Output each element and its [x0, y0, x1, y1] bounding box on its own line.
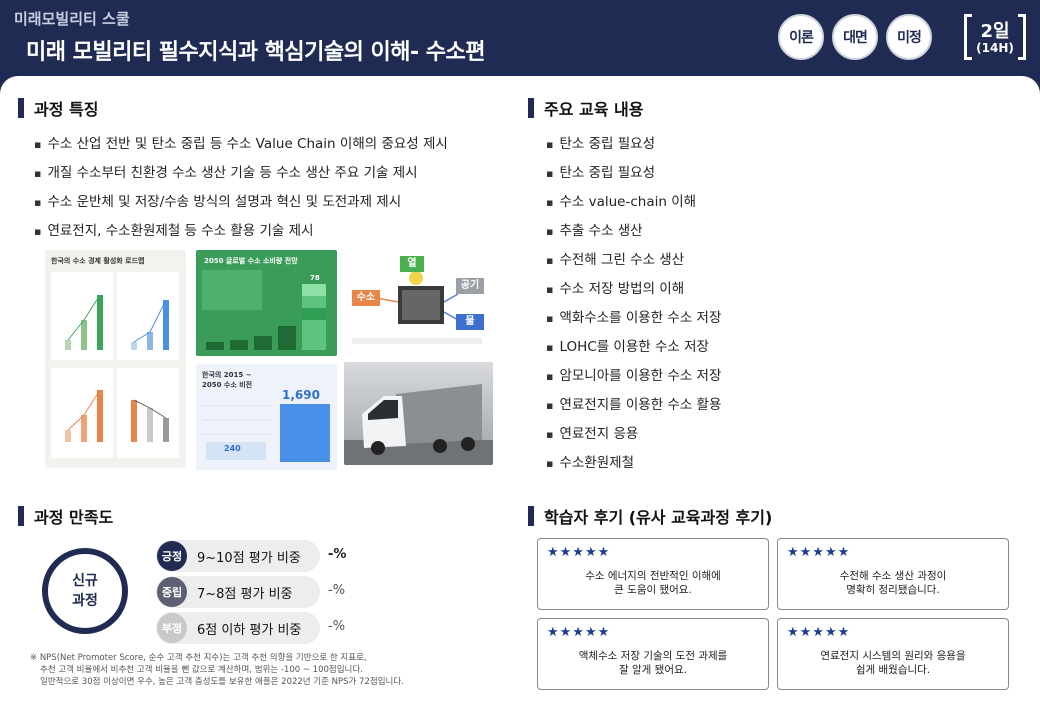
list-item: 탄소 중립 필요성	[546, 134, 721, 163]
duration-days: 2일	[980, 21, 1010, 42]
vision-big-value: 1,690	[282, 388, 320, 402]
roadmap-image: 한국의 수소 경제 활성화 로드맵	[45, 250, 186, 468]
satisfaction-row-negative: 부정 6점 이하 평가 비중	[156, 612, 320, 644]
review-text: 액체수소 저장 기술의 도전 과제를 잘 알게 됐어요.	[578, 650, 728, 676]
list-item: 연료전지를 이용한 수소 활용	[546, 395, 721, 424]
nps-note-line: 일반적으로 30점 이상이면 우수, 높은 고객 충성도를 보유한 애플은 20…	[40, 677, 404, 687]
value-neutral: -%	[328, 583, 346, 598]
row-label: 7~8점 평가 비중	[197, 586, 293, 602]
badge-undecided: 미정	[886, 14, 932, 60]
new-course-circle: 신규 과정	[42, 548, 128, 634]
section-title-text: 학습자 후기 (유사 교육과정 후기)	[544, 508, 773, 527]
page-title: 미래 모빌리티 필수지식과 핵심기술의 이해- 수소편	[26, 40, 485, 65]
list-item: 액화수소를 이용한 수소 저장	[546, 308, 721, 337]
nps-note: ※ NPS(Net Promoter Score, 순수 고객 추천 지수)는 …	[30, 652, 490, 688]
circle-line1: 신규	[72, 573, 98, 589]
list-item: 수소 저장 방법의 이해	[546, 279, 721, 308]
diagram-label-water: 물	[456, 314, 484, 330]
consumption-image-title: 2050 글로벌 수소 소비량 전망	[204, 257, 298, 265]
star-rating: ★★★★★	[547, 625, 611, 640]
list-item: 수소 산업 전반 및 탄소 중립 등 수소 Value Chain 이해의 중요…	[34, 134, 447, 163]
list-item: 추출 수소 생산	[546, 221, 721, 250]
circle-line2: 과정	[72, 593, 98, 609]
review-card: ★★★★★ 연료전지 시스템의 원리와 응용을 쉽게 배웠습니다.	[777, 618, 1009, 690]
edu-list: 탄소 중립 필요성 탄소 중립 필요성 수소 value-chain 이해 추출…	[546, 134, 721, 482]
list-item: 암모니아를 이용한 수소 저장	[546, 366, 721, 395]
value-positive: -%	[328, 547, 347, 562]
course-duration: 2일 (14H)	[964, 14, 1026, 60]
header: 미래모빌리티 스쿨 미래 모빌리티 필수지식과 핵심기술의 이해- 수소편 이론…	[0, 0, 1040, 76]
list-item: 탄소 중립 필요성	[546, 163, 721, 192]
section-bar	[18, 98, 24, 118]
section-title-text: 주요 교육 내용	[544, 100, 644, 119]
list-item: 수전해 그린 수소 생산	[546, 250, 721, 279]
nps-note-line: 추천 고객 비율에서 비추천 고객 비율을 뺀 값으로 계산하며, 범위는 -1…	[40, 665, 363, 675]
hydrogen-truck-image	[344, 362, 493, 465]
section-bar	[528, 506, 534, 526]
value-negative: -%	[328, 619, 346, 634]
list-item: 수소 운반체 및 저장/수송 방식의 설명과 혁신 및 도전과제 제시	[34, 192, 448, 221]
section-title-text: 과정 만족도	[34, 508, 114, 527]
review-card: ★★★★★ 액체수소 저장 기술의 도전 과제를 잘 알게 됐어요.	[537, 618, 769, 690]
school-name: 미래모빌리티 스쿨	[14, 10, 130, 28]
row-label: 9~10점 평가 비중	[197, 550, 301, 566]
feature-list: 수소 산업 전반 및 탄소 중립 등 수소 Value Chain 이해의 중요…	[34, 134, 448, 250]
list-item: 연료전지, 수소환원제철 등 수소 활용 기술 제시	[34, 221, 448, 250]
course-badges: 이론 대면 미정	[778, 14, 932, 60]
nps-note-line: ※ NPS(Net Promoter Score, 순수 고객 추천 지수)는 …	[30, 653, 367, 663]
content-panel: 과정 특징 수소 산업 전반 및 탄소 중립 등 수소 Value Chain …	[0, 76, 1040, 720]
section-bar	[18, 506, 24, 526]
vision-small-value: 240	[224, 444, 241, 453]
consumption-forecast-image: 2050 글로벌 수소 소비량 전망 78	[196, 250, 337, 356]
consumption-top-value: 78	[310, 274, 320, 282]
row-label: 6점 이하 평가 비중	[197, 622, 302, 638]
tag-neutral: 중립	[157, 577, 187, 607]
section-bar	[528, 98, 534, 118]
list-item: 수소환원제철	[546, 453, 721, 482]
truck-graphic	[344, 362, 493, 465]
review-card: ★★★★★ 수전해 수소 생산 과정이 명확히 정리됐습니다.	[777, 538, 1009, 610]
star-rating: ★★★★★	[547, 545, 611, 560]
badge-offline: 대면	[832, 14, 878, 60]
diagram-label-heat: 열	[400, 256, 424, 272]
list-item: 개질 수소부터 친환경 수소 생산 기술 등 수소 생산 주요 기술 제시	[34, 163, 448, 192]
review-card: ★★★★★ 수소 에너지의 전반적인 이해에 큰 도움이 됐어요.	[537, 538, 769, 610]
satisfaction-row-positive: 긍정 9~10점 평가 비중	[156, 540, 320, 572]
list-item: 연료전지 응용	[546, 424, 721, 453]
review-text: 연료전지 시스템의 원리와 응용을 쉽게 배웠습니다.	[820, 650, 966, 676]
satisfaction-row-neutral: 중립 7~8점 평가 비중	[156, 576, 320, 608]
section-title-satisfaction: 과정 만족도	[18, 504, 113, 528]
diagram-label-air: 공기	[456, 278, 484, 294]
list-item: LOHC를 이용한 수소 저장	[546, 337, 721, 366]
duration-hours: (14H)	[976, 41, 1014, 55]
hydrogen-vision-image: 한국의 2015 ~ 2050 수소 비전 1,690 240	[196, 364, 337, 470]
fuel-cell-diagram-image: 열 수소 공기 물	[346, 250, 493, 356]
list-item: 수소 value-chain 이해	[546, 192, 721, 221]
roadmap-chart-graphic	[51, 272, 179, 458]
review-text: 수소 에너지의 전반적인 이해에 큰 도움이 됐어요.	[585, 570, 721, 596]
tag-negative: 부정	[157, 613, 187, 643]
badge-theory: 이론	[778, 14, 824, 60]
section-title-text: 과정 특징	[34, 100, 99, 119]
review-text: 수전해 수소 생산 과정이 명확히 정리됐습니다.	[839, 570, 947, 596]
section-title-features: 과정 특징	[18, 96, 98, 120]
section-title-edu: 주요 교육 내용	[528, 96, 643, 120]
star-rating: ★★★★★	[787, 545, 851, 560]
vision-chart-graphic	[202, 404, 330, 462]
star-rating: ★★★★★	[787, 625, 851, 640]
section-title-reviews: 학습자 후기 (유사 교육과정 후기)	[528, 504, 772, 528]
diagram-label-hydrogen: 수소	[352, 290, 380, 306]
tag-positive: 긍정	[157, 541, 187, 571]
